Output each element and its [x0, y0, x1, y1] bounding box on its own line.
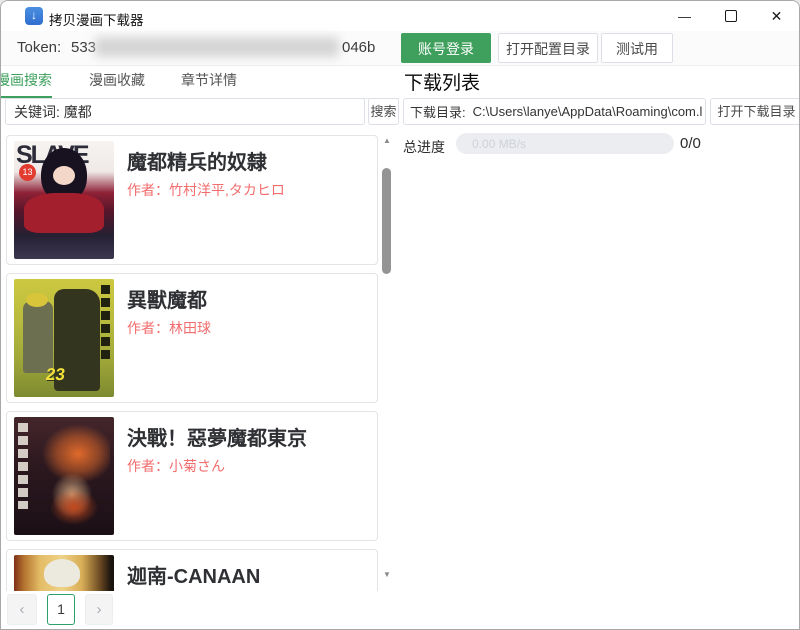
scroll-up-icon[interactable]: ▲ — [379, 136, 395, 145]
close-button[interactable]: ✕ — [754, 1, 799, 31]
search-button[interactable]: 搜索 — [368, 98, 399, 125]
token-bar: Token: 533 046b 账号登录 打开配置目录 测试用 — [1, 31, 799, 66]
result-card-1[interactable]: SLAVE 13 魔都精兵的奴隸 作者：竹村洋平,タカヒロ — [6, 135, 378, 265]
download-dir-input[interactable]: 下载目录: C:\Users\lanye\AppData\Roaming\com… — [403, 98, 706, 125]
tab-chapter-details[interactable]: 章节详情 — [181, 65, 237, 96]
app-window: ↓ 拷贝漫画下载器 — ✕ Token: 533 046b 账号登录 打开配置目… — [0, 0, 800, 630]
progress-count: 0/0 — [680, 135, 701, 152]
redacted-blur — [679, 32, 800, 64]
close-icon: ✕ — [771, 8, 783, 25]
download-speed: 0.00 MB/s — [472, 137, 526, 151]
minimize-icon: — — [678, 9, 691, 24]
result-card-4[interactable]: 迦南-CANAAN — [6, 549, 378, 591]
current-page-button[interactable]: 1 — [47, 594, 75, 625]
download-dir-path: C:\Users\lanye\AppData\Roaming\com.l — [473, 104, 703, 119]
test-button[interactable]: 测试用 — [601, 33, 673, 63]
prev-page-button[interactable]: ‹ — [7, 594, 37, 625]
maximize-button[interactable] — [708, 1, 753, 31]
maximize-icon — [725, 10, 737, 22]
manga-author: 作者：小菊さん — [127, 456, 225, 476]
open-config-dir-button[interactable]: 打开配置目录 — [498, 33, 598, 63]
manga-author: 作者：竹村洋平,タカヒロ — [127, 180, 285, 200]
cover-image-4 — [14, 555, 114, 591]
window-title: 拷贝漫画下载器 — [49, 9, 144, 29]
tab-manga-favorites[interactable]: 漫画收藏 — [89, 65, 145, 96]
manga-author: 作者：林田球 — [127, 318, 211, 338]
token-value-prefix: 533 — [71, 39, 96, 56]
token-value-redacted — [95, 37, 339, 57]
list-scrollbar: ▲ ▼ — [379, 133, 395, 591]
redacted-button[interactable] — [679, 32, 800, 64]
search-result-list: SLAVE 13 魔都精兵的奴隸 作者：竹村洋平,タカヒロ 23 異獸魔都 作者 — [1, 133, 379, 591]
titlebar: ↓ 拷贝漫画下载器 — ✕ — [1, 1, 799, 31]
cover-image-1: SLAVE 13 — [14, 141, 114, 259]
download-dir-label: 下载目录: — [410, 102, 466, 121]
next-page-button[interactable]: › — [85, 594, 113, 625]
result-card-3[interactable]: 決戰！惡夢魔都東京 作者：小菊さん — [6, 411, 378, 541]
total-progress-label: 总进度 — [403, 137, 445, 157]
result-card-2[interactable]: 23 異獸魔都 作者：林田球 — [6, 273, 378, 403]
account-login-button[interactable]: 账号登录 — [401, 33, 491, 63]
app-icon: ↓ — [25, 7, 43, 25]
scroll-down-icon[interactable]: ▼ — [379, 570, 395, 579]
manga-title: 異獸魔都 — [127, 284, 207, 313]
cover-image-3 — [14, 417, 114, 535]
tab-bar: 漫画搜索 漫画收藏 章节详情 — [1, 65, 399, 99]
manga-title: 決戰！惡夢魔都東京 — [127, 422, 307, 451]
scrollbar-thumb[interactable] — [382, 168, 391, 274]
manga-title: 魔都精兵的奴隸 — [127, 146, 267, 175]
open-download-dir-button[interactable]: 打开下载目录 — [710, 98, 800, 125]
keyword-input[interactable]: 关键词: 魔都 — [5, 98, 365, 125]
cover2-number: 23 — [45, 365, 67, 385]
download-list-header: 下载列表 — [404, 68, 480, 95]
progress-bar: 0.00 MB/s — [456, 133, 674, 154]
minimize-button[interactable]: — — [662, 1, 707, 31]
token-label: Token: — [17, 39, 61, 56]
tab-manga-search[interactable]: 漫画搜索 — [0, 65, 52, 98]
manga-title: 迦南-CANAAN — [127, 560, 260, 589]
keyword-value: 魔都 — [64, 102, 92, 122]
cover-image-2: 23 — [14, 279, 114, 397]
keyword-label: 关键词: — [14, 102, 60, 122]
token-value-suffix: 046b — [342, 39, 375, 56]
cover1-badge: 13 — [19, 164, 36, 181]
